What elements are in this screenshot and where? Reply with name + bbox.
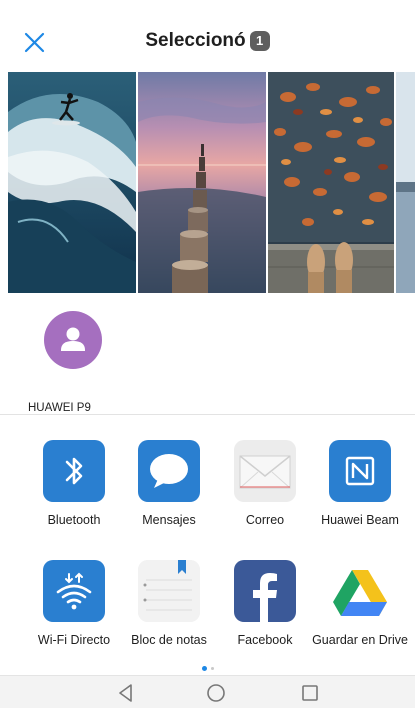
system-nav-bar (0, 675, 415, 708)
device-label: HUAWEI P9 (28, 402, 91, 414)
winter-lake-photo[interactable] (396, 72, 415, 293)
message-bubble-icon (138, 440, 200, 502)
nfc-icon (329, 440, 391, 502)
page-title: Seleccionó (145, 30, 246, 51)
share-sheet-screen: Seleccionó 1 HUAWEI P9 Bluetooth Mensaje… (0, 0, 415, 708)
person-icon (61, 327, 85, 351)
home-button[interactable] (204, 682, 228, 704)
page-dot (210, 667, 214, 670)
app-label: Bloc de notas (131, 633, 207, 647)
facebook-icon (234, 560, 296, 622)
bluetooth-icon (43, 440, 105, 502)
pier-posts-sunset-photo[interactable] (138, 72, 266, 293)
autumn-leaves-puddle-photo[interactable] (268, 72, 394, 293)
wifi-direct-icon (43, 560, 105, 622)
avatar (44, 311, 102, 369)
app-label: Mensajes (142, 513, 196, 527)
header: Seleccionó 1 (0, 0, 415, 72)
app-label: Bluetooth (47, 513, 101, 527)
selected-count-badge: 1 (249, 31, 270, 51)
surfer-wave-photo[interactable] (8, 72, 136, 293)
home-circle-icon (207, 684, 225, 702)
recents-square-icon (302, 685, 318, 701)
app-label: Correo (245, 513, 285, 527)
notepad-icon (138, 560, 200, 622)
google-drive-icon (329, 560, 391, 622)
recents-button[interactable] (298, 682, 322, 704)
page-dot-active (201, 666, 207, 671)
app-label: Guardar en Drive (312, 633, 408, 647)
app-label: Huawei Beam (321, 513, 399, 527)
page-indicator[interactable] (0, 666, 415, 674)
share-apps-grid: Bluetooth Mensajes Correo Huawei Beam Wi… (0, 415, 415, 673)
photo-strip[interactable] (0, 72, 415, 293)
back-button[interactable] (114, 682, 138, 704)
nearby-devices: HUAWEI P9 (0, 293, 415, 415)
app-label: Facebook (237, 633, 293, 647)
back-triangle-icon (119, 684, 132, 702)
app-label: Wi-Fi Directo (37, 633, 111, 647)
envelope-icon (234, 440, 296, 502)
title-bar: Seleccionó 1 (0, 30, 415, 52)
